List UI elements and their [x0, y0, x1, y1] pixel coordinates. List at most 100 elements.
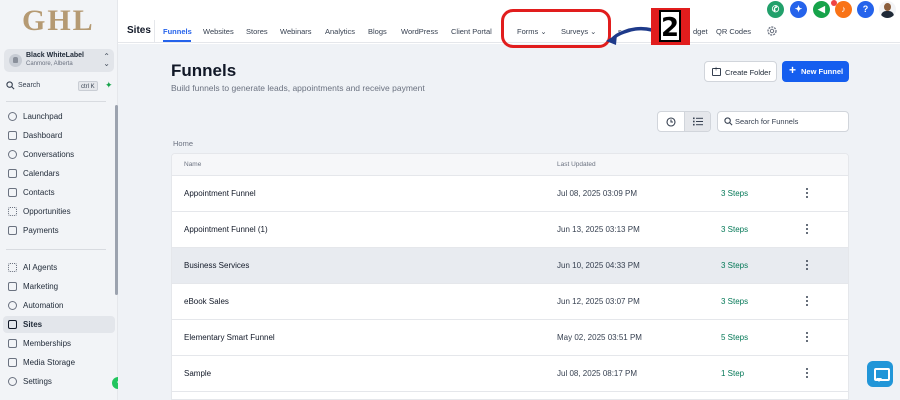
more-options-icon[interactable]: [804, 332, 810, 344]
tab-funnels[interactable]: Funnels: [163, 27, 192, 36]
sidebar-item-calendars[interactable]: Calendars: [3, 165, 115, 182]
sidebar-item-label: Settings: [23, 377, 52, 386]
automation-icon: [8, 301, 17, 310]
sidebar-item-conversations[interactable]: Conversations: [3, 146, 115, 163]
user-avatar[interactable]: [879, 1, 896, 18]
list-view-button[interactable]: [684, 112, 710, 131]
funnels-table: Name Last Updated Appointment Funnel Jul…: [171, 153, 849, 400]
funnel-steps: 3 Steps: [721, 297, 749, 306]
search-input[interactable]: [735, 115, 845, 128]
sidebar-item-opportunities[interactable]: Opportunities: [3, 203, 115, 220]
more-options-icon[interactable]: [804, 260, 810, 272]
create-folder-button[interactable]: Create Folder: [704, 61, 777, 82]
sidebar-item-contacts[interactable]: Contacts: [3, 184, 115, 201]
bell-icon[interactable]: ♪: [835, 1, 852, 18]
table-header: Name Last Updated: [172, 154, 848, 176]
media-icon: [8, 358, 17, 367]
table-row[interactable]: Business Services Jun 10, 2025 04:33 PM …: [172, 248, 848, 284]
tab-analytics[interactable]: Analytics: [325, 27, 355, 36]
new-funnel-button[interactable]: + New Funnel: [782, 61, 849, 82]
table-row[interactable]: Elementary Smart Funnel May 02, 2025 03:…: [172, 320, 848, 356]
funnel-updated: Jul 08, 2025 03:09 PM: [557, 189, 638, 198]
table-row[interactable]: eBook Sales Jun 12, 2025 03:07 PM 3 Step…: [172, 284, 848, 320]
funnel-name[interactable]: Appointment Funnel: [184, 189, 256, 198]
sidebar-item-label: Automation: [23, 301, 64, 310]
funnel-updated: Jun 10, 2025 04:33 PM: [557, 261, 640, 270]
page-subtitle: Build funnels to generate leads, appoint…: [171, 83, 425, 93]
app-logo[interactable]: GHL: [22, 4, 95, 38]
funnel-updated: Jun 13, 2025 03:13 PM: [557, 225, 640, 234]
sidebar-item-media-storage[interactable]: Media Storage: [3, 354, 115, 371]
ai-sparkle-icon[interactable]: ✦: [790, 1, 807, 18]
sidebar-item-settings[interactable]: Settings: [3, 373, 115, 390]
main-content: Funnels Build funnels to generate leads,…: [118, 44, 900, 400]
tab-wordpress[interactable]: WordPress: [401, 27, 438, 36]
column-header-name[interactable]: Name: [184, 161, 201, 168]
breadcrumb[interactable]: Home: [173, 139, 193, 148]
annotation-step-badge: 2: [651, 8, 690, 45]
funnel-search: [717, 111, 849, 132]
account-switcher[interactable]: Black WhiteLabel Canmore, Alberta ⌃ ⌄: [4, 49, 114, 72]
chat-widget-button[interactable]: [867, 361, 893, 387]
more-options-icon[interactable]: [804, 296, 810, 308]
funnel-steps: 3 Steps: [721, 189, 749, 198]
funnel-name[interactable]: Sample: [184, 369, 211, 378]
chevron-updown-icon: ⌃ ⌄: [103, 52, 110, 68]
sidebar-item-payments[interactable]: Payments: [3, 222, 115, 239]
search-shortcut-badge: ctrl K: [78, 81, 98, 91]
sidebar-item-dashboard[interactable]: Dashboard: [3, 127, 115, 144]
tab-client-portal[interactable]: Client Portal: [451, 27, 492, 36]
megaphone-icon[interactable]: ◀: [813, 1, 830, 18]
sidebar-item-label: Media Storage: [23, 358, 76, 367]
ai-sparkle-icon[interactable]: ✦: [105, 80, 113, 91]
sidebar-search[interactable]: Search ctrl K ✦: [4, 80, 114, 94]
sidebar-divider: [6, 249, 106, 250]
sidebar-item-sites[interactable]: Sites: [3, 316, 115, 333]
gear-icon[interactable]: [766, 25, 778, 37]
recent-view-button[interactable]: [658, 112, 684, 131]
chat-icon: [8, 150, 17, 159]
tab-websites[interactable]: Websites: [203, 27, 234, 36]
sidebar-item-launchpad[interactable]: Launchpad: [3, 108, 115, 125]
sidebar-item-automation[interactable]: Automation: [3, 297, 115, 314]
section-title: Sites: [127, 25, 151, 36]
funnel-name[interactable]: Appointment Funnel (1): [184, 225, 268, 234]
tab-webinars[interactable]: Webinars: [280, 27, 312, 36]
opportunities-icon: [8, 207, 17, 216]
clock-icon: [666, 117, 676, 127]
help-icon[interactable]: ?: [857, 1, 874, 18]
more-options-icon[interactable]: [804, 224, 810, 236]
sidebar-item-memberships[interactable]: Memberships: [3, 335, 115, 352]
search-icon: [6, 81, 15, 90]
active-tab-indicator: [163, 40, 191, 42]
table-row[interactable]: Appointment Funnel Jul 08, 2025 03:09 PM…: [172, 176, 848, 212]
sidebar-item-ai-agents[interactable]: AI Agents: [3, 259, 115, 276]
table-row[interactable]: Sample Jul 08, 2025 08:17 PM 1 Step: [172, 356, 848, 392]
column-header-last-updated[interactable]: Last Updated: [557, 161, 596, 168]
tab-blogs[interactable]: Blogs: [368, 27, 387, 36]
list-icon: [693, 117, 703, 126]
funnel-name[interactable]: eBook Sales: [184, 297, 229, 306]
funnel-steps: 3 Steps: [721, 225, 749, 234]
contacts-icon: [8, 188, 17, 197]
search-icon: [724, 117, 733, 126]
table-row[interactable]: Appointment Funnel (1) Jun 13, 2025 03:1…: [172, 212, 848, 248]
tab-stores[interactable]: Stores: [246, 27, 268, 36]
more-options-icon[interactable]: [804, 188, 810, 200]
sidebar-item-label: Contacts: [23, 188, 55, 197]
funnel-steps: 1 Step: [721, 369, 745, 378]
funnel-name[interactable]: Business Services: [184, 261, 249, 270]
phone-icon[interactable]: ✆: [767, 1, 784, 18]
more-options-icon[interactable]: [804, 368, 810, 380]
sidebar: GHL Black WhiteLabel Canmore, Alberta ⌃ ⌄…: [0, 0, 118, 400]
sidebar-item-label: Calendars: [23, 169, 60, 178]
tab-widget-partial[interactable]: dget: [693, 27, 708, 36]
tab-qr-codes[interactable]: QR Codes: [716, 27, 751, 36]
funnel-name[interactable]: Elementary Smart Funnel: [184, 333, 275, 342]
avatar-head: [884, 3, 891, 11]
account-location: Canmore, Alberta: [26, 61, 73, 67]
sidebar-item-label: Opportunities: [23, 207, 71, 216]
plus-icon: +: [789, 63, 797, 77]
sidebar-item-marketing[interactable]: Marketing: [3, 278, 115, 295]
dashboard-icon: [8, 131, 17, 140]
